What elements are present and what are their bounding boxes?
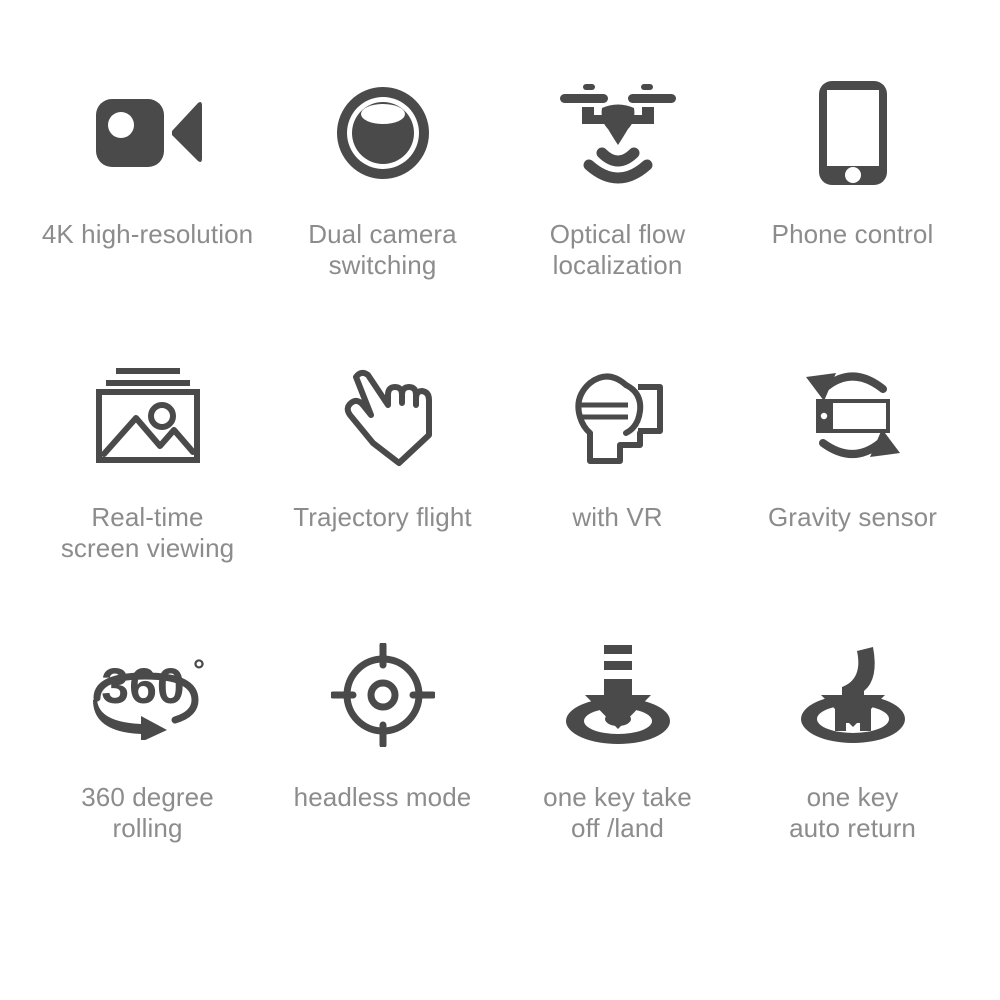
feature-item-360-degree-rolling: 360 ° 360 degree rolling <box>30 630 265 843</box>
360-degree-rotation-icon: 360 ° <box>83 630 213 760</box>
feature-item-headless-mode: headless mode <box>265 630 500 813</box>
smartphone-icon <box>788 70 918 195</box>
feature-label: Gravity sensor <box>767 502 937 532</box>
auto-return-helipad-icon <box>788 630 918 760</box>
feature-item-trajectory-flight: Trajectory flight <box>265 350 500 533</box>
vr-headset-icon <box>553 350 683 480</box>
crosshair-target-icon <box>318 630 448 760</box>
feature-item-phone-control: Phone control <box>735 70 970 250</box>
degree-symbol-icon-text: ° <box>193 654 205 687</box>
feature-item-one-key-auto-return: one key auto return <box>735 630 970 843</box>
feature-item-optical-flow-localization: Optical flow localization <box>500 70 735 280</box>
feature-item-4k-high-resolution: 4K high-resolution <box>30 70 265 250</box>
pointing-hand-icon <box>318 350 448 480</box>
feature-label: with VR <box>572 502 663 532</box>
feature-label: Trajectory flight <box>293 502 472 532</box>
feature-item-gravity-sensor: Gravity sensor <box>735 350 970 533</box>
feature-label: Phone control <box>771 219 934 249</box>
feature-item-real-time-screen-viewing: Real-time screen viewing <box>30 350 265 563</box>
feature-item-with-vr: with VR <box>500 350 735 533</box>
feature-label: 4K high-resolution <box>41 219 254 249</box>
feature-grid: 4K high-resolution Dual camera switching <box>0 0 1000 1000</box>
gravity-rotation-icon <box>788 350 918 480</box>
feature-item-one-key-take-off-land: one key take off /land <box>500 630 735 843</box>
feature-label: Real-time screen viewing <box>60 502 235 563</box>
360-icon-text: 360 <box>101 658 184 714</box>
feature-label: one key take off /land <box>543 782 692 843</box>
feature-label: 360 degree rolling <box>81 782 214 843</box>
feature-label: Dual camera switching <box>308 219 457 280</box>
photo-gallery-icon <box>83 350 213 480</box>
feature-label: Optical flow localization <box>549 219 686 280</box>
camera-lens-icon <box>318 70 448 195</box>
feature-item-dual-camera-switching: Dual camera switching <box>265 70 500 280</box>
drone-signal-icon <box>553 70 683 195</box>
takeoff-land-icon <box>553 630 683 760</box>
video-camera-icon <box>83 70 213 195</box>
feature-label: headless mode <box>293 782 472 812</box>
feature-label: one key auto return <box>789 782 916 843</box>
